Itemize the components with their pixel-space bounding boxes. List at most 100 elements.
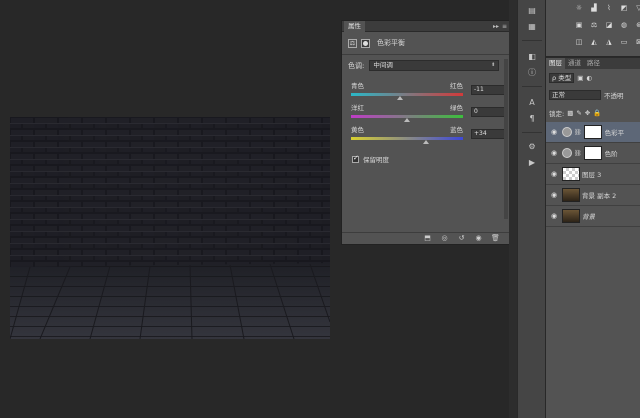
lock-paint-icon[interactable]: ✎	[576, 109, 581, 117]
layer-row[interactable]: ◉ ⛓ 色彩平	[546, 122, 640, 143]
divider	[342, 54, 510, 55]
filter-pixel-icon[interactable]: ▣	[577, 74, 583, 82]
layer-mask-thumbnail[interactable]	[583, 146, 602, 160]
clip-to-layer-icon[interactable]: ⬒	[423, 234, 432, 243]
vibrance-icon[interactable]: ▽	[634, 4, 640, 13]
color-balance-adj-icon[interactable]: ⚖	[589, 21, 599, 30]
kind-filter-select[interactable]: ρ 类型	[549, 73, 575, 83]
properties-scrollbar[interactable]	[504, 59, 508, 219]
filter-adjust-icon[interactable]: ◐	[586, 74, 592, 82]
layers-tab[interactable]: 路径	[584, 58, 603, 69]
adjustments-panel: ☼ ▟ ⌇ ◩ ▽ ▣ ⚖ ◪ ◍ ⊛ ◫ ◭ ◮ ▭ ⊠	[546, 0, 640, 56]
threshold-icon[interactable]: ◮	[604, 38, 614, 47]
layer-row[interactable]: ◉ ⛓ 色阶	[546, 143, 640, 164]
link-icon[interactable]: ⛓	[574, 129, 582, 136]
visibility-eye-icon[interactable]: ◉	[546, 191, 562, 199]
layer-mask-thumbnail[interactable]	[583, 125, 602, 139]
properties-tab[interactable]: 属性	[344, 21, 365, 32]
slider-left-label: 青色	[351, 82, 364, 90]
layer-row[interactable]: ◉ 图层 3	[546, 164, 640, 185]
document-canvas[interactable]	[10, 117, 330, 339]
visibility-eye-icon[interactable]: ◉	[546, 170, 562, 178]
slider-track[interactable]	[351, 137, 463, 144]
layer-thumbnail[interactable]	[562, 188, 580, 202]
blend-mode-select[interactable]: 正常	[549, 90, 601, 100]
slider-left-label: 洋红	[351, 104, 364, 112]
slider-value-input[interactable]: +34	[471, 129, 507, 139]
slider-labels: 洋红 绿色	[351, 102, 463, 112]
paragraph-icon[interactable]: ¶	[526, 114, 538, 124]
filter-row: ρ 类型 ▣ ◐	[549, 73, 640, 83]
visibility-eye-icon[interactable]: ◉	[546, 212, 562, 220]
slider-left-label: 黄色	[351, 126, 364, 134]
properties-icon[interactable]: ◧	[526, 52, 538, 62]
photoshop-workspace: { "properties_panel": { "tab_title": "属性…	[0, 0, 640, 418]
preserve-luminosity-row: 保留明度	[352, 154, 389, 164]
info-icon[interactable]: ⓘ	[526, 68, 538, 78]
properties-header: ⚖ 色彩平衡	[348, 37, 405, 49]
trash-icon[interactable]: 🗑	[491, 234, 500, 243]
slider-thumb[interactable]	[404, 118, 410, 122]
mask-icon[interactable]	[361, 38, 370, 48]
gradient-map-icon[interactable]: ▭	[619, 38, 629, 47]
reset-icon[interactable]: ↺	[457, 234, 466, 243]
layer-comps-icon[interactable]: ▦	[526, 22, 538, 32]
slider-thumb[interactable]	[423, 140, 430, 144]
lock-all-icon[interactable]: 🔒	[593, 109, 601, 117]
layer-name: 背景 副本 2	[582, 192, 617, 200]
invert-icon[interactable]: ◫	[574, 38, 584, 47]
blend-row: 正常 不透明	[549, 90, 640, 100]
channel-mixer-icon[interactable]: ⊛	[634, 21, 640, 30]
slider-right-label: 蓝色	[450, 126, 463, 134]
panel-dock-gutter	[509, 0, 517, 418]
photo-filter-icon[interactable]: ◍	[619, 21, 629, 30]
selective-color-icon[interactable]: ⊠	[634, 38, 640, 47]
slider-value-input[interactable]: -11	[471, 85, 507, 95]
layer-row[interactable]: ◉ 背景 副本 2	[546, 185, 640, 206]
layers-tab[interactable]: 通道	[565, 58, 584, 69]
collapse-icon[interactable]: ▸▸	[493, 21, 499, 32]
adjustment-layer-icon	[562, 127, 572, 137]
properties-titlebar: 属性 ▸▸ ≡	[342, 21, 510, 32]
hue-saturation-icon[interactable]: ▣	[574, 21, 584, 30]
slider-track[interactable]	[351, 115, 463, 122]
lock-move-icon[interactable]: ✥	[585, 109, 590, 117]
layer-name: 色阶	[604, 150, 618, 158]
link-icon[interactable]: ⛓	[574, 150, 582, 157]
layer-row[interactable]: ◉ 背景	[546, 206, 640, 227]
visibility-eye-icon[interactable]: ◉	[474, 234, 483, 243]
layers-tab[interactable]: 图层	[546, 58, 565, 69]
layer-name: 图层 3	[582, 171, 602, 179]
dock-separator	[522, 40, 542, 41]
layers-panel: 图层 通道 路径 ρ 类型 ▣ ◐ 正常 不透明 锁定: ▩ ✎ ✥ 🔒 ◉ ⛓ 色彩平…	[546, 57, 640, 418]
slider-value-input[interactable]: 0	[471, 107, 507, 117]
curves-icon[interactable]: ⌇	[604, 4, 614, 13]
tone-select[interactable]: 中间调 ⬍	[369, 60, 500, 71]
black-white-icon[interactable]: ◪	[604, 21, 614, 30]
history-icon[interactable]: ▤	[526, 6, 538, 16]
brightness-icon[interactable]: ☼	[574, 4, 584, 13]
actions-play-icon[interactable]: ▶	[526, 158, 538, 168]
preserve-luminosity-checkbox[interactable]	[352, 154, 359, 163]
color-slider: 洋红 绿色 0	[351, 102, 507, 122]
color-balance-icon[interactable]: ⚖	[348, 38, 357, 48]
levels-icon[interactable]: ▟	[589, 4, 599, 13]
panel-menu-icon[interactable]: ≡	[502, 21, 507, 32]
character-icon[interactable]: A	[526, 98, 538, 108]
layer-name: 色彩平	[604, 129, 625, 137]
lock-row: 锁定: ▩ ✎ ✥ 🔒	[549, 108, 640, 118]
tool-presets-icon[interactable]: ⚙	[526, 142, 538, 152]
layer-name: 背景	[582, 213, 595, 221]
slider-thumb[interactable]	[397, 96, 404, 100]
slider-labels: 黄色 蓝色	[351, 124, 463, 134]
exposure-icon[interactable]: ◩	[619, 4, 629, 13]
layer-thumbnail[interactable]	[562, 167, 580, 181]
layer-thumbnail[interactable]	[562, 209, 580, 223]
slider-track[interactable]	[351, 93, 463, 100]
visibility-eye-icon[interactable]: ◉	[546, 149, 562, 157]
view-previous-icon[interactable]: ◎	[440, 234, 449, 243]
lock-transparent-icon[interactable]: ▩	[567, 109, 573, 117]
visibility-eye-icon[interactable]: ◉	[546, 128, 562, 136]
adjustment-title: 色彩平衡	[377, 39, 405, 47]
posterize-icon[interactable]: ◭	[589, 38, 599, 47]
